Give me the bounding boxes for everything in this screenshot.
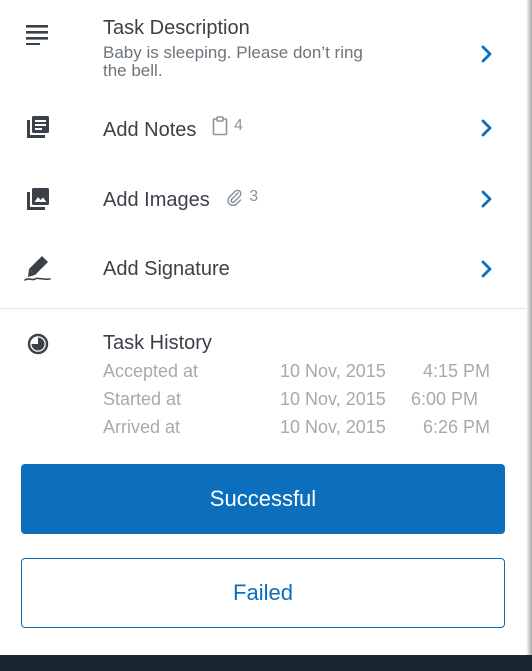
history-event: Accepted at: [103, 361, 199, 381]
history-date: 10 Nov, 2015: [280, 389, 386, 409]
history-date: 10 Nov, 2015: [280, 361, 386, 381]
chevron-right-icon[interactable]: [478, 43, 496, 65]
lines-icon: [22, 18, 54, 50]
add-notes-label: Add Notes: [103, 119, 197, 141]
chevron-right-icon[interactable]: [478, 188, 496, 210]
add-signature-label: Add Signature: [103, 258, 230, 280]
clipboard-icon: [212, 116, 228, 136]
paperclip-icon: [227, 189, 242, 206]
task-description-title: Task Description: [103, 17, 250, 39]
task-description-text: Baby is sleeping. Please don’t ring the …: [103, 43, 363, 80]
history-event: Started at: [103, 389, 182, 409]
section-divider: [0, 308, 526, 309]
image-icon: [22, 183, 54, 215]
images-count-badge: 3: [225, 188, 258, 206]
add-images-label: Add Images: [103, 189, 210, 211]
task-history-title: Task History: [103, 332, 212, 354]
add-signature-row[interactable]: Add Signature: [0, 240, 526, 296]
history-event: Arrived at: [103, 417, 181, 437]
history-date: 10 Nov, 2015: [280, 417, 386, 437]
chevron-right-icon[interactable]: [478, 258, 496, 280]
bottom-bar: [0, 655, 532, 671]
add-images-row[interactable]: Add Images 3: [0, 170, 526, 226]
panel-shadow: [526, 0, 532, 655]
pen-icon: [22, 252, 54, 284]
successful-button[interactable]: Successful: [21, 464, 505, 534]
notes-count-badge: 4: [212, 116, 243, 136]
history-time: 6:26 PM: [423, 417, 491, 437]
history-time: 6:00 PM: [411, 389, 479, 409]
notes-icon: [22, 111, 54, 143]
add-notes-row[interactable]: Add Notes 4: [0, 100, 526, 156]
chevron-right-icon[interactable]: [478, 117, 496, 139]
images-count: 3: [249, 188, 259, 205]
history-icon: [22, 328, 54, 360]
failed-button[interactable]: Failed: [21, 558, 505, 628]
task-description-row[interactable]: Task Description Baby is sleeping. Pleas…: [0, 0, 526, 98]
notes-count: 4: [233, 117, 243, 134]
history-time: 4:15 PM: [423, 361, 491, 381]
